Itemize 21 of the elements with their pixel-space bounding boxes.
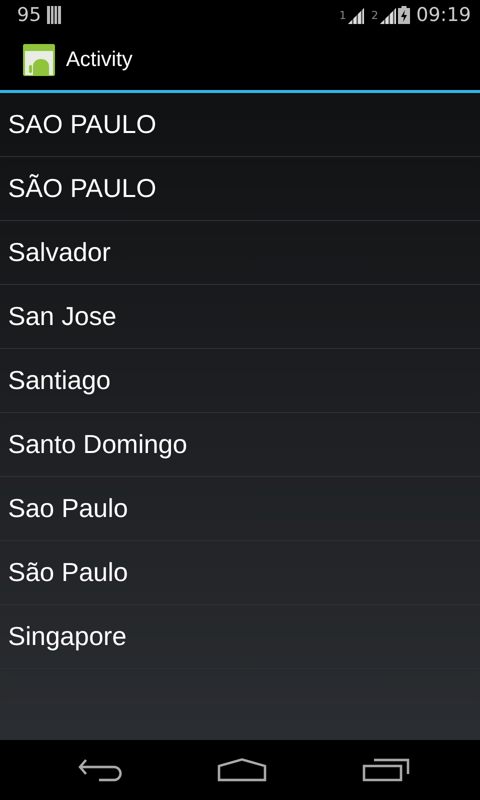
list-item[interactable]: Salvador xyxy=(0,221,480,285)
signal-icon xyxy=(380,6,396,24)
back-icon[interactable] xyxy=(78,758,122,782)
notification-count: 95 xyxy=(17,4,42,26)
signal-icon xyxy=(348,6,364,24)
sim-label: 1 xyxy=(339,9,346,22)
list-item[interactable]: Sao Paulo xyxy=(0,477,480,541)
sim-label: 2 xyxy=(371,9,378,22)
list-item[interactable]: Santo Domingo xyxy=(0,413,480,477)
home-icon[interactable] xyxy=(217,758,267,782)
bars-icon xyxy=(47,6,62,24)
list-item[interactable]: Singapore xyxy=(0,605,480,669)
list-item[interactable]: San Jose xyxy=(0,285,480,349)
recent-apps-icon[interactable] xyxy=(362,758,410,782)
list-item[interactable]: SÃO PAULO xyxy=(0,157,480,221)
list-item[interactable]: SAO PAULO xyxy=(0,93,480,157)
clock: 09:19 xyxy=(416,4,471,26)
list-item[interactable]: Santiago xyxy=(0,349,480,413)
app-title: Activity xyxy=(66,48,133,72)
list-item[interactable]: São Paulo xyxy=(0,541,480,605)
battery-icon xyxy=(398,6,410,24)
